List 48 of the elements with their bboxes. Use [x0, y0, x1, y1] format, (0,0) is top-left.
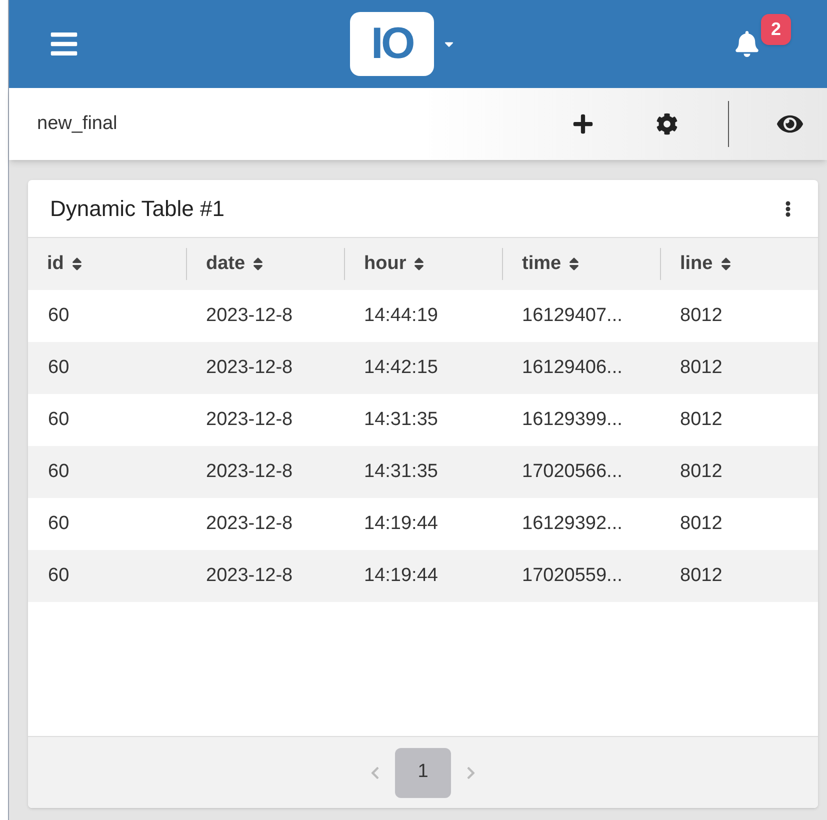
sort-icon[interactable] [251, 256, 266, 272]
table-cell: 8012 [680, 512, 722, 534]
table-cell: 2023-12-8 [206, 460, 293, 482]
table-cell: 2023-12-8 [206, 356, 293, 378]
table-cell: 14:19:44 [364, 564, 438, 586]
table-cell: 17020559... [522, 564, 622, 586]
column-header[interactable]: time [522, 250, 562, 278]
table-cell: 8012 [680, 460, 722, 482]
table-cell: 14:31:35 [364, 408, 438, 430]
table-cell: 8012 [680, 564, 722, 586]
notification-badge: 2 [761, 14, 792, 45]
table-cell: 14:42:15 [364, 356, 438, 378]
table-cell: 14:19:44 [364, 512, 438, 534]
column-header[interactable]: line [680, 250, 713, 278]
table-cell: 16129406... [522, 356, 622, 378]
table-cell: 8012 [680, 304, 722, 326]
notification-icon[interactable] [734, 31, 760, 57]
page-button[interactable]: 1 [395, 748, 451, 798]
table-cell: 14:31:35 [364, 460, 438, 482]
table-cell: 16129399... [522, 408, 622, 430]
card-title: Dynamic Table #1 [50, 195, 224, 223]
sort-icon[interactable] [567, 256, 582, 272]
table-cell: 2023-12-8 [206, 512, 293, 534]
table-cell: 8012 [680, 356, 722, 378]
table-cell: 60 [48, 304, 70, 326]
table-cell: 16129392... [522, 512, 622, 534]
table-cell: 14:44:19 [364, 304, 438, 326]
sort-icon[interactable] [412, 256, 426, 272]
sort-icon[interactable] [718, 256, 733, 272]
table-cell: 60 [48, 512, 70, 534]
table-cell: 2023-12-8 [206, 564, 293, 586]
column-header[interactable]: hour [364, 250, 406, 278]
column-header[interactable]: id [47, 250, 64, 278]
table-cell: 60 [48, 564, 70, 586]
table-cell: 16129407... [522, 304, 622, 326]
logo[interactable]: IO [350, 12, 434, 76]
table-cell: 17020566... [522, 460, 622, 482]
table-cell: 8012 [680, 408, 722, 430]
page-title: new_final [37, 112, 118, 136]
table-cell: 2023-12-8 [206, 408, 293, 430]
table-cell: 60 [48, 408, 70, 430]
sort-icon[interactable] [70, 256, 84, 272]
column-header[interactable]: date [206, 250, 246, 278]
table-cell: 60 [48, 460, 70, 482]
settings-icon[interactable] [656, 113, 678, 135]
table-cell: 60 [48, 356, 70, 378]
add-icon[interactable] [572, 113, 594, 135]
table-cell: 2023-12-8 [206, 304, 293, 326]
